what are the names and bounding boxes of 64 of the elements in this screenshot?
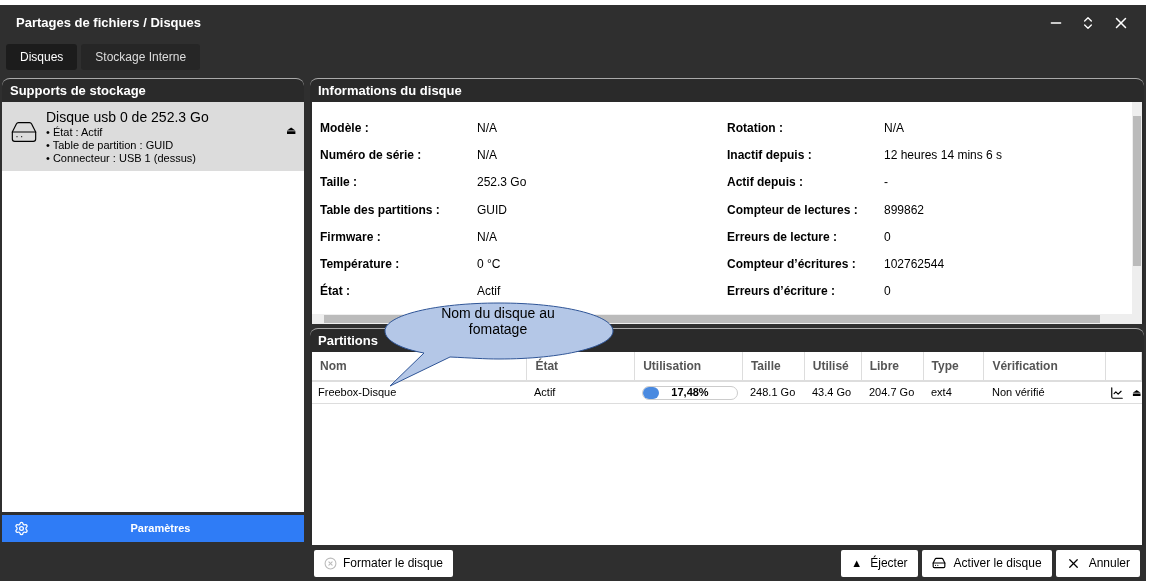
column-header[interactable]: Taille [742, 352, 805, 380]
info-label: Modèle : [320, 119, 370, 137]
footer-button[interactable]: Activer le disque [921, 549, 1052, 577]
info-label: Inactif depuis : [727, 146, 813, 164]
eject-button[interactable]: ⏏ [1132, 385, 1141, 400]
info-value: 252.3 Go [477, 174, 527, 192]
disk-item[interactable]: Disque usb 0 de 252.3 Go • État : Actif • Table de partition : GUID • Connecteur : USB 1 (dessus) ⏏ [2, 102, 304, 171]
info-value: N/A [884, 119, 904, 137]
info-label: Compteur d’écritures : [727, 256, 857, 274]
info-value: 0 °C [477, 256, 501, 274]
column-header[interactable]: Vérification [984, 352, 1107, 380]
info-value: GUID [477, 201, 507, 219]
table-cell-text: ext4 [930, 385, 953, 401]
chart-icon[interactable] [1110, 385, 1124, 400]
window-title: Partages de fichiers / Disques [16, 14, 202, 33]
panel-header: Supports de stockage [2, 78, 304, 102]
info-value: 0 [884, 283, 891, 301]
info-label: Table des partitions : [320, 201, 441, 219]
info-label: Erreurs d’écriture : [727, 283, 837, 301]
usage-bar: 17,48% [642, 385, 738, 400]
tab[interactable]: Stockage Interne [81, 44, 201, 70]
table-cell-text: Actif [533, 385, 557, 401]
info-label: Actif depuis : [727, 174, 804, 192]
table-cell-text: 248.1 Go [749, 385, 797, 401]
disk-detail: • Connecteur : USB 1 (dessus) [46, 152, 197, 165]
disk-detail: • État : Actif [46, 126, 104, 139]
info-value: 102762544 [884, 256, 945, 274]
eject-icon: ▲ [851, 557, 863, 569]
panel-header: Informations du disque [310, 78, 1144, 102]
info-value: N/A [477, 228, 497, 246]
table-cell-text: 204.7 Go [868, 385, 916, 401]
eject-button[interactable]: ⏏ [286, 122, 296, 139]
settings-button[interactable]: Paramètres [2, 515, 304, 542]
table-cell-text: Freebox-Disque [317, 385, 398, 401]
info-label: Numéro de série : [320, 146, 423, 164]
info-value: - [884, 174, 888, 192]
vertical-scrollbar[interactable] [1132, 102, 1142, 314]
info-label: Compteur de lectures : [727, 201, 859, 219]
info-value: 0 [884, 228, 891, 246]
column-header[interactable]: Type [923, 352, 985, 380]
info-label: Rotation : [727, 119, 784, 137]
disk-detail: • Table de partition : GUID [46, 139, 175, 152]
info-value: N/A [477, 119, 497, 137]
settings-icon [14, 521, 29, 536]
info-label: Température : [320, 256, 401, 274]
info-value: Actif [477, 283, 501, 301]
info-label: Taille : [320, 174, 359, 192]
column-header[interactable]: Utilisé [804, 352, 862, 380]
column-header[interactable]: Libre [861, 352, 924, 380]
cancel-circle-icon [324, 556, 337, 570]
info-label: État : [320, 282, 351, 301]
tab[interactable]: Disques [6, 44, 78, 70]
info-label: Erreurs de lecture : [727, 228, 839, 246]
disk-name: Disque usb 0 de 252.3 Go [46, 108, 210, 126]
footer-button[interactable]: ▲ Éjecter [841, 549, 918, 577]
info-label: Firmware : [320, 228, 382, 246]
column-header[interactable]: Utilisation [635, 352, 743, 380]
info-value: N/A [477, 146, 497, 164]
table-cell-text: 43.4 Go [811, 385, 853, 401]
info-value: 899862 [884, 201, 925, 219]
footer-button[interactable]: Annuler [1055, 549, 1140, 577]
info-value: 12 heures 14 mins 6 s [884, 146, 1003, 164]
table-cell-text: Non vérifié [991, 385, 1046, 401]
format-button[interactable]: Formater le disque [314, 549, 454, 577]
